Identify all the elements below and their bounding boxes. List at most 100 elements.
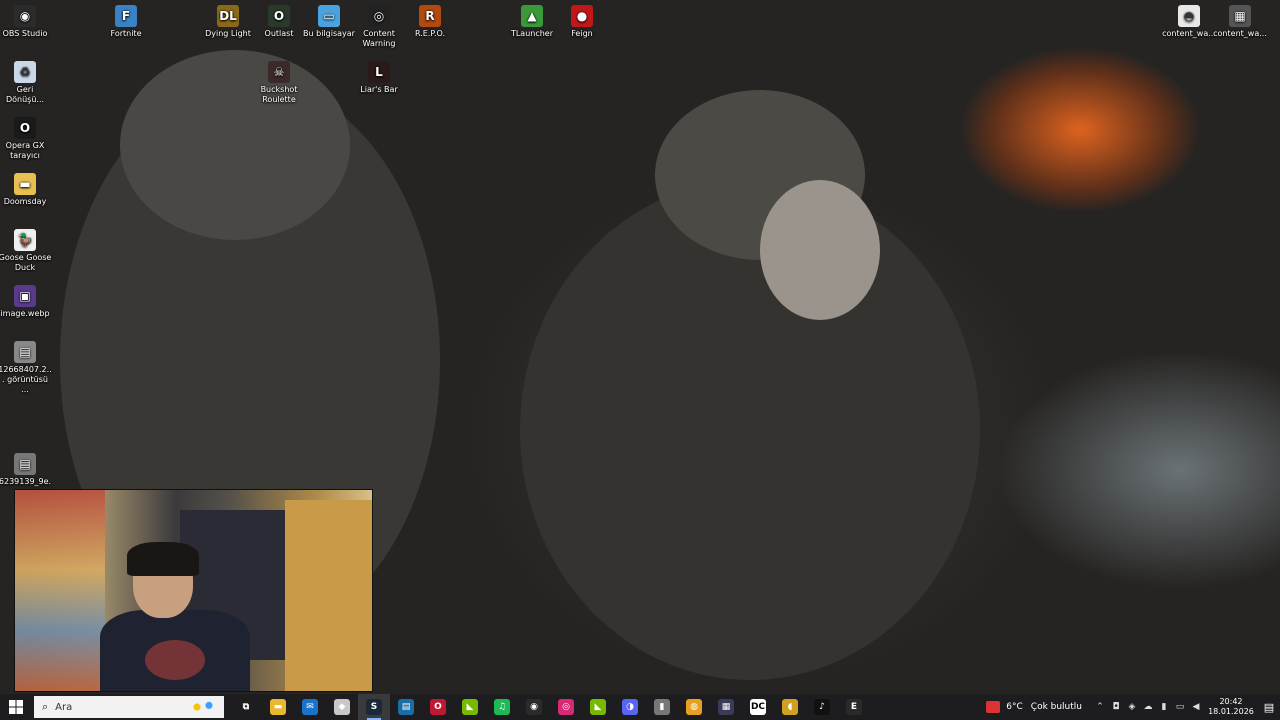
desktop-icon[interactable]: ◓ content_wa... [1162, 5, 1216, 39]
taskbar-search-box[interactable]: ⌕ Ara [34, 696, 224, 718]
clock-date: 18.01.2026 [1208, 707, 1254, 716]
outlast-icon: O [268, 5, 290, 27]
taskbar-app-tiktok[interactable]: ♪ [806, 694, 838, 720]
opera-gx-icon: O [14, 117, 36, 139]
taskbar-app-instagram[interactable]: ◎ [550, 694, 582, 720]
desktop-icon[interactable]: ▦ content_wa... [1213, 5, 1267, 39]
nvidia-app-icon: ◣ [590, 699, 606, 715]
desktop-icon[interactable]: ◉ OBS Studio [0, 5, 52, 39]
webcam-overlay [14, 489, 373, 692]
taskbar-app-obs[interactable]: ◉ [518, 694, 550, 720]
dc-icon: DC [750, 699, 766, 715]
windows-logo-icon [9, 700, 23, 714]
taskbar-app-microphone[interactable]: ▮ [646, 694, 678, 720]
taskbar-app-keyboard[interactable]: ▦ [710, 694, 742, 720]
desktop-icon[interactable]: ◎ Content Warning [352, 5, 406, 49]
desktop-icon[interactable]: ▣ image.webp [0, 285, 52, 319]
speaker-icon[interactable]: ◀ [1188, 702, 1204, 712]
taskbar-app-nvidia[interactable]: ◣ [454, 694, 486, 720]
recycle-bin-icon: ♻ [14, 61, 36, 83]
desktop-icon[interactable]: DL Dying Light [201, 5, 255, 39]
network-icon[interactable]: ▭ [1172, 702, 1188, 712]
task-view-icon: ⧉ [238, 699, 254, 715]
content-wa-icon-2: ▦ [1229, 5, 1251, 27]
tiktok-icon: ♪ [814, 699, 830, 715]
image-file-icon: ▣ [14, 285, 36, 307]
taskbar-app-mail[interactable]: ✉ [294, 694, 326, 720]
desktop-icon[interactable]: F Fortnite [99, 5, 153, 39]
taskbar-app-task-view[interactable]: ⧉ [230, 694, 262, 720]
audio-app-icon: ◖ [782, 699, 798, 715]
instagram-icon: ◎ [558, 699, 574, 715]
chrome-icon: ◍ [686, 699, 702, 715]
nvidia-icon: ◣ [462, 699, 478, 715]
desktop-icon-label: Goose Goose Duck [0, 253, 52, 272]
taskbar-app-audio-app[interactable]: ◖ [774, 694, 806, 720]
taskbar-pinned-apps: ⧉ ▬ ✉ ◆ S ▤ O ◣ ♫ ◉ ◎ ◣ ◑ ▮ ◍ ▦ DC ◖ ♪ E [230, 694, 870, 720]
desktop-icon[interactable]: ☠ Buckshot Roulette [252, 61, 306, 105]
taskbar-app-discord[interactable]: ◑ [614, 694, 646, 720]
desktop-icon-label: image.webp [0, 309, 50, 318]
desktop-icon[interactable]: L Liar's Bar [352, 61, 406, 95]
system-tray: 6°C Çok bulutlu ⌃ ◘ ◈ ☁ ▮ ▭ ◀ 20:42 18.0… [986, 694, 1280, 720]
desktop-icon-label: Fortnite [110, 29, 142, 38]
desktop-icon[interactable]: ▬ Doomsday [0, 173, 52, 207]
desktop-icon[interactable]: O Outlast [252, 5, 306, 39]
screenshot-file-icon: ▤ [14, 341, 36, 363]
desktop-icon[interactable]: O Opera GX tarayıcı [0, 117, 52, 161]
goose-goose-duck-icon: 🦆 [14, 229, 36, 251]
microphone-icon: ▮ [654, 699, 670, 715]
desktop-icon[interactable]: R R.E.P.O. [403, 5, 457, 39]
fortnite-icon: F [115, 5, 137, 27]
clock-time: 20:42 [1219, 697, 1243, 706]
webcam-shirt-print [145, 640, 205, 680]
desktop-icon[interactable]: ▭ Bu bilgisayar [302, 5, 356, 39]
desktop-icon-label: content_wa... [1213, 29, 1267, 38]
obs-icon: ◉ [526, 699, 542, 715]
content-wa-icon-1: ◓ [1178, 5, 1200, 27]
desktop-icon-label: Bu bilgisayar [303, 29, 355, 38]
cloud-tray-icon[interactable]: ☁ [1140, 702, 1156, 712]
feign-icon: ● [571, 5, 593, 27]
weather-widget[interactable]: 6°C Çok bulutlu [986, 701, 1082, 713]
taskbar-app-steam[interactable]: S [358, 694, 390, 720]
notification-center-icon[interactable]: ▤ [1258, 701, 1280, 714]
webcam-cabinet [285, 500, 372, 691]
taskbar-app-nvidia-app[interactable]: ◣ [582, 694, 614, 720]
desktop-icon[interactable]: ▤ 12668407.2... görüntüsü ... [0, 341, 52, 395]
desktop-icon[interactable]: ♻ Geri Dönüşü... [0, 61, 52, 105]
chevron-up-icon[interactable]: ⌃ [1092, 702, 1108, 712]
computer-icon: ▭ [318, 5, 340, 27]
desktop-icon-label: Liar's Bar [360, 85, 398, 94]
microphone-tray-icon[interactable]: ▮ [1156, 702, 1172, 712]
desktop-icon-label: Outlast [264, 29, 294, 38]
webcam-posters [15, 490, 105, 691]
taskbar-app-opera-gx[interactable]: O [422, 694, 454, 720]
taskbar-app-spotify[interactable]: ♫ [486, 694, 518, 720]
desktop-icon[interactable]: ▲ TLauncher [505, 5, 559, 39]
taskbar-app-fortnite-launcher[interactable]: ◆ [326, 694, 358, 720]
buckshot-roulette-icon: ☠ [268, 61, 290, 83]
weather-icon [986, 701, 1001, 713]
desktop-icon[interactable]: 🦆 Goose Goose Duck [0, 229, 52, 273]
taskbar: ⌕ Ara ⧉ ▬ ✉ ◆ S ▤ O ◣ ♫ ◉ ◎ ◣ ◑ ▮ ◍ ▦ DC ◖ ♪ E 6°C Çok bulu… [0, 694, 1280, 720]
spotify-icon: ♫ [494, 699, 510, 715]
tlauncher-icon: ▲ [521, 5, 543, 27]
wallpaper-face-right [760, 180, 880, 320]
epic-games-icon: E [846, 699, 862, 715]
weather-condition: Çok bulutlu [1030, 702, 1082, 712]
taskbar-app-chrome[interactable]: ◍ [678, 694, 710, 720]
mail-icon: ✉ [302, 699, 318, 715]
desktop-icon[interactable]: ● Feign [555, 5, 609, 39]
search-icon: ⌕ [42, 700, 49, 713]
taskbar-app-store[interactable]: ▤ [390, 694, 422, 720]
discord-icon: ◑ [622, 699, 638, 715]
display-tray-icon[interactable]: ◈ [1124, 702, 1140, 712]
start-button[interactable] [0, 694, 32, 720]
webcam-tray-icon[interactable]: ◘ [1108, 702, 1124, 712]
taskbar-app-epic-games[interactable]: E [838, 694, 870, 720]
clock[interactable]: 20:42 18.01.2026 [1208, 697, 1254, 717]
taskbar-app-dc[interactable]: DC [742, 694, 774, 720]
keyboard-icon: ▦ [718, 699, 734, 715]
taskbar-app-file-explorer[interactable]: ▬ [262, 694, 294, 720]
